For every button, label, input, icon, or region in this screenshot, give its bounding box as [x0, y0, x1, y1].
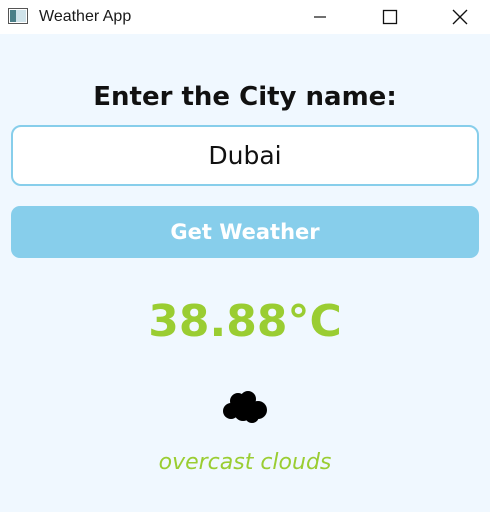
clouds-icon [223, 391, 267, 423]
close-button[interactable] [437, 0, 483, 34]
city-input[interactable] [11, 125, 479, 186]
minimize-button[interactable] [297, 0, 343, 34]
temperature-value: 38.88°C [148, 296, 342, 347]
get-weather-button[interactable]: Get Weather [11, 206, 479, 258]
close-icon [452, 9, 468, 25]
window-title: Weather App [39, 8, 132, 25]
weather-description: overcast clouds [158, 450, 332, 475]
app-icon [8, 8, 28, 24]
maximize-icon [382, 9, 398, 25]
maximize-button[interactable] [367, 0, 413, 34]
minimize-icon [314, 16, 326, 18]
title-bar: Weather App [0, 0, 490, 34]
city-prompt-label: Enter the City name: [93, 82, 397, 112]
